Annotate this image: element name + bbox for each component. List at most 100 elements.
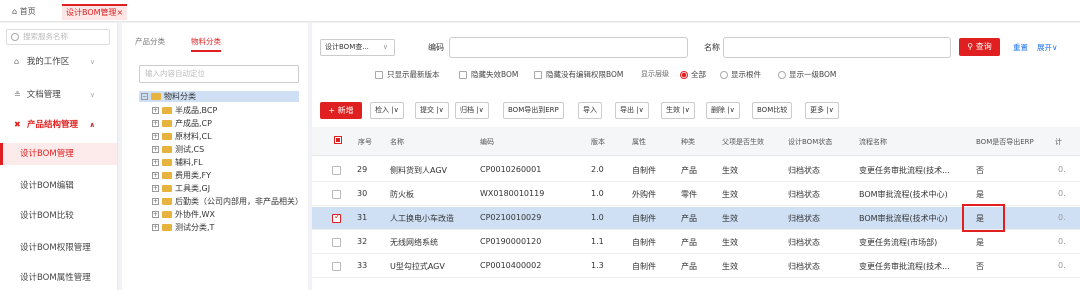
tab-design-bom[interactable]: 设计BOM管理× [62,4,128,20]
hide-invalid-checkbox[interactable]: 隐藏失效BOM [459,69,518,80]
highlight-box [962,204,1005,232]
radio-root-parts[interactable]: 显示根件 [720,69,761,80]
bom-type-select[interactable]: 设计BOM查... ∨ [320,39,395,56]
main-panel: 设计BOM查... ∨ 编码 名称 ⚲ 查询 重置 展开∨ 只显示最新版本 隐藏失… [312,23,1080,290]
radio-all[interactable]: 全部 [680,69,706,80]
sidebar-subitem-bom-permission[interactable]: 设计BOM权限管理 [0,237,117,259]
tree-root[interactable]: − 物料分类 [139,91,299,102]
folder-icon [162,107,172,114]
table-header: 序号 名称 编码 版本 属性 种类 父项是否生效 设计BOM状态 流程名称 BO… [312,127,1080,156]
expand-icon[interactable]: + [152,224,159,231]
home-icon: ⌂ [12,7,20,16]
expand-icon[interactable]: + [152,185,159,192]
tree-node[interactable]: + 原材料,CL [152,131,212,142]
table-row[interactable]: 29 侧料货到人AGV CP0010260001 2.0 自制件 产品 生效 归… [312,159,1080,182]
expand-icon[interactable]: + [152,159,159,166]
reset-link[interactable]: 重置 [1013,42,1028,53]
tab-bar: ⌂ 首页 设计BOM管理× [0,0,1080,22]
code-label: 编码 [428,43,444,52]
structure-icon: ✖ [14,120,21,129]
tab-material-category[interactable]: 物料分类 [191,36,221,52]
latest-version-checkbox[interactable]: 只显示最新版本 [375,69,440,80]
category-tree-panel: 产品分类 物料分类 输入内容自动定位 − 物料分类 + 半成品,BCP + 产成品,C… [122,23,308,290]
tab-home[interactable]: ⌂ 首页 [8,4,40,20]
folder-icon [162,146,172,153]
sidebar-item-workspace[interactable]: ⌂ 我的工作区 ∨ [0,51,117,73]
expand-icon[interactable]: + [152,120,159,127]
row-checkbox-checked[interactable] [332,212,341,223]
folder-icon [162,198,172,205]
export-button[interactable]: 导出 |∨ [615,102,649,119]
collapse-icon[interactable]: − [141,93,148,100]
code-input[interactable] [449,37,688,58]
close-icon[interactable]: × [117,8,124,17]
chevron-down-icon: ∨ [382,43,388,51]
tree-node[interactable]: + 辅料,FL [152,157,203,168]
table-row[interactable]: 30 防火板 WX0180010119 1.0 外购件 零件 生效 归档状态 B… [312,183,1080,206]
tree-node[interactable]: + 测试分类,T [152,222,214,233]
sidebar-subitem-bom-attributes[interactable]: 设计BOM属性管理 [0,267,117,289]
folder-icon [162,172,172,179]
folder-icon [162,211,172,218]
name-label: 名称 [704,43,720,52]
expand-link[interactable]: 展开∨ [1037,42,1058,53]
chevron-down-icon: ∨ [89,91,95,99]
archive-button[interactable]: 归档 |∨ [455,102,489,119]
expand-icon[interactable]: + [152,146,159,153]
document-icon: ≗ [14,90,21,99]
sidebar-subitem-bom-compare[interactable]: 设计BOM比较 [0,205,117,227]
more-button[interactable]: 更多 |∨ [805,102,839,119]
nav-search-input[interactable]: 搜索服务名称 [6,29,110,45]
expand-icon[interactable]: + [152,211,159,218]
home-icon: ⌂ [14,57,20,66]
tab-product-category[interactable]: 产品分类 [135,36,165,47]
expand-icon[interactable]: + [152,133,159,140]
sidebar: 搜索服务名称 ⌂ 我的工作区 ∨ ≗ 文档管理 ∨ ✖ 产品结构管理 ∧ 设计BOM管… [0,23,118,290]
expand-icon[interactable]: + [152,172,159,179]
tree-node[interactable]: + 后勤类（公司内部用，非产品相关） [152,196,303,207]
folder-icon [162,185,172,192]
search-icon: ⚲ [967,42,976,51]
checkin-button[interactable]: 检入 |∨ [370,102,404,119]
table-row[interactable]: 32 无线网络系统 CP0190000120 1.1 自制件 产品 生效 归档状… [312,231,1080,254]
sidebar-subitem-bom-manage[interactable]: 设计BOM管理 [0,143,117,165]
export-erp-button[interactable]: BOM导出到ERP [503,102,564,119]
expand-icon[interactable]: + [152,198,159,205]
row-checkbox[interactable] [332,262,341,271]
row-checkbox[interactable] [332,166,341,175]
tree-search-input[interactable]: 输入内容自动定位 [139,65,299,83]
folder-icon [162,133,172,140]
row-checkbox[interactable] [332,190,341,199]
name-input[interactable] [723,37,951,58]
expand-icon[interactable]: + [152,107,159,114]
delete-button[interactable]: 删除 |∨ [706,102,740,119]
tree-node[interactable]: + 费用类,FY [152,170,211,181]
activate-button[interactable]: 生效 |∨ [661,102,695,119]
search-button[interactable]: ⚲ 查询 [959,38,1000,56]
sidebar-item-product-structure[interactable]: ✖ 产品结构管理 ∧ [0,114,117,136]
tree-node[interactable]: + 工具类,GJ [152,183,210,194]
tree-node[interactable]: + 产成品,CP [152,118,212,129]
table-row[interactable]: 33 U型勾拉式AGV CP0010400002 1.3 自制件 产品 生效 归… [312,255,1080,278]
folder-icon [162,224,172,231]
level-label: 显示层级 [641,70,669,78]
folder-icon [151,93,161,100]
add-button[interactable]: + 新增 [320,102,362,119]
tree-node[interactable]: + 外协件,WX [152,209,215,220]
import-button[interactable]: 导入 [578,102,602,119]
folder-icon [162,120,172,127]
tree-node[interactable]: + 测试,CS [152,144,204,155]
tree-node[interactable]: + 半成品,BCP [152,105,217,116]
sidebar-subitem-bom-edit[interactable]: 设计BOM编辑 [0,175,117,197]
hide-no-permission-checkbox[interactable]: 隐藏没有编辑权限BOM [534,69,623,80]
table-row-selected[interactable]: 31 人工换电小车改造 CP0210010029 1.0 自制件 产品 生效 归… [312,204,1080,232]
sidebar-item-documents[interactable]: ≗ 文档管理 ∨ [0,84,117,106]
submit-button[interactable]: 提交 |∨ [415,102,449,119]
search-icon [11,33,19,41]
select-all-checkbox[interactable] [334,136,342,144]
chevron-up-icon: ∧ [89,121,95,129]
row-checkbox[interactable] [332,238,341,247]
bom-compare-button[interactable]: BOM比较 [752,102,793,119]
folder-icon [162,159,172,166]
radio-first-level[interactable]: 显示一级BOM [778,69,836,80]
